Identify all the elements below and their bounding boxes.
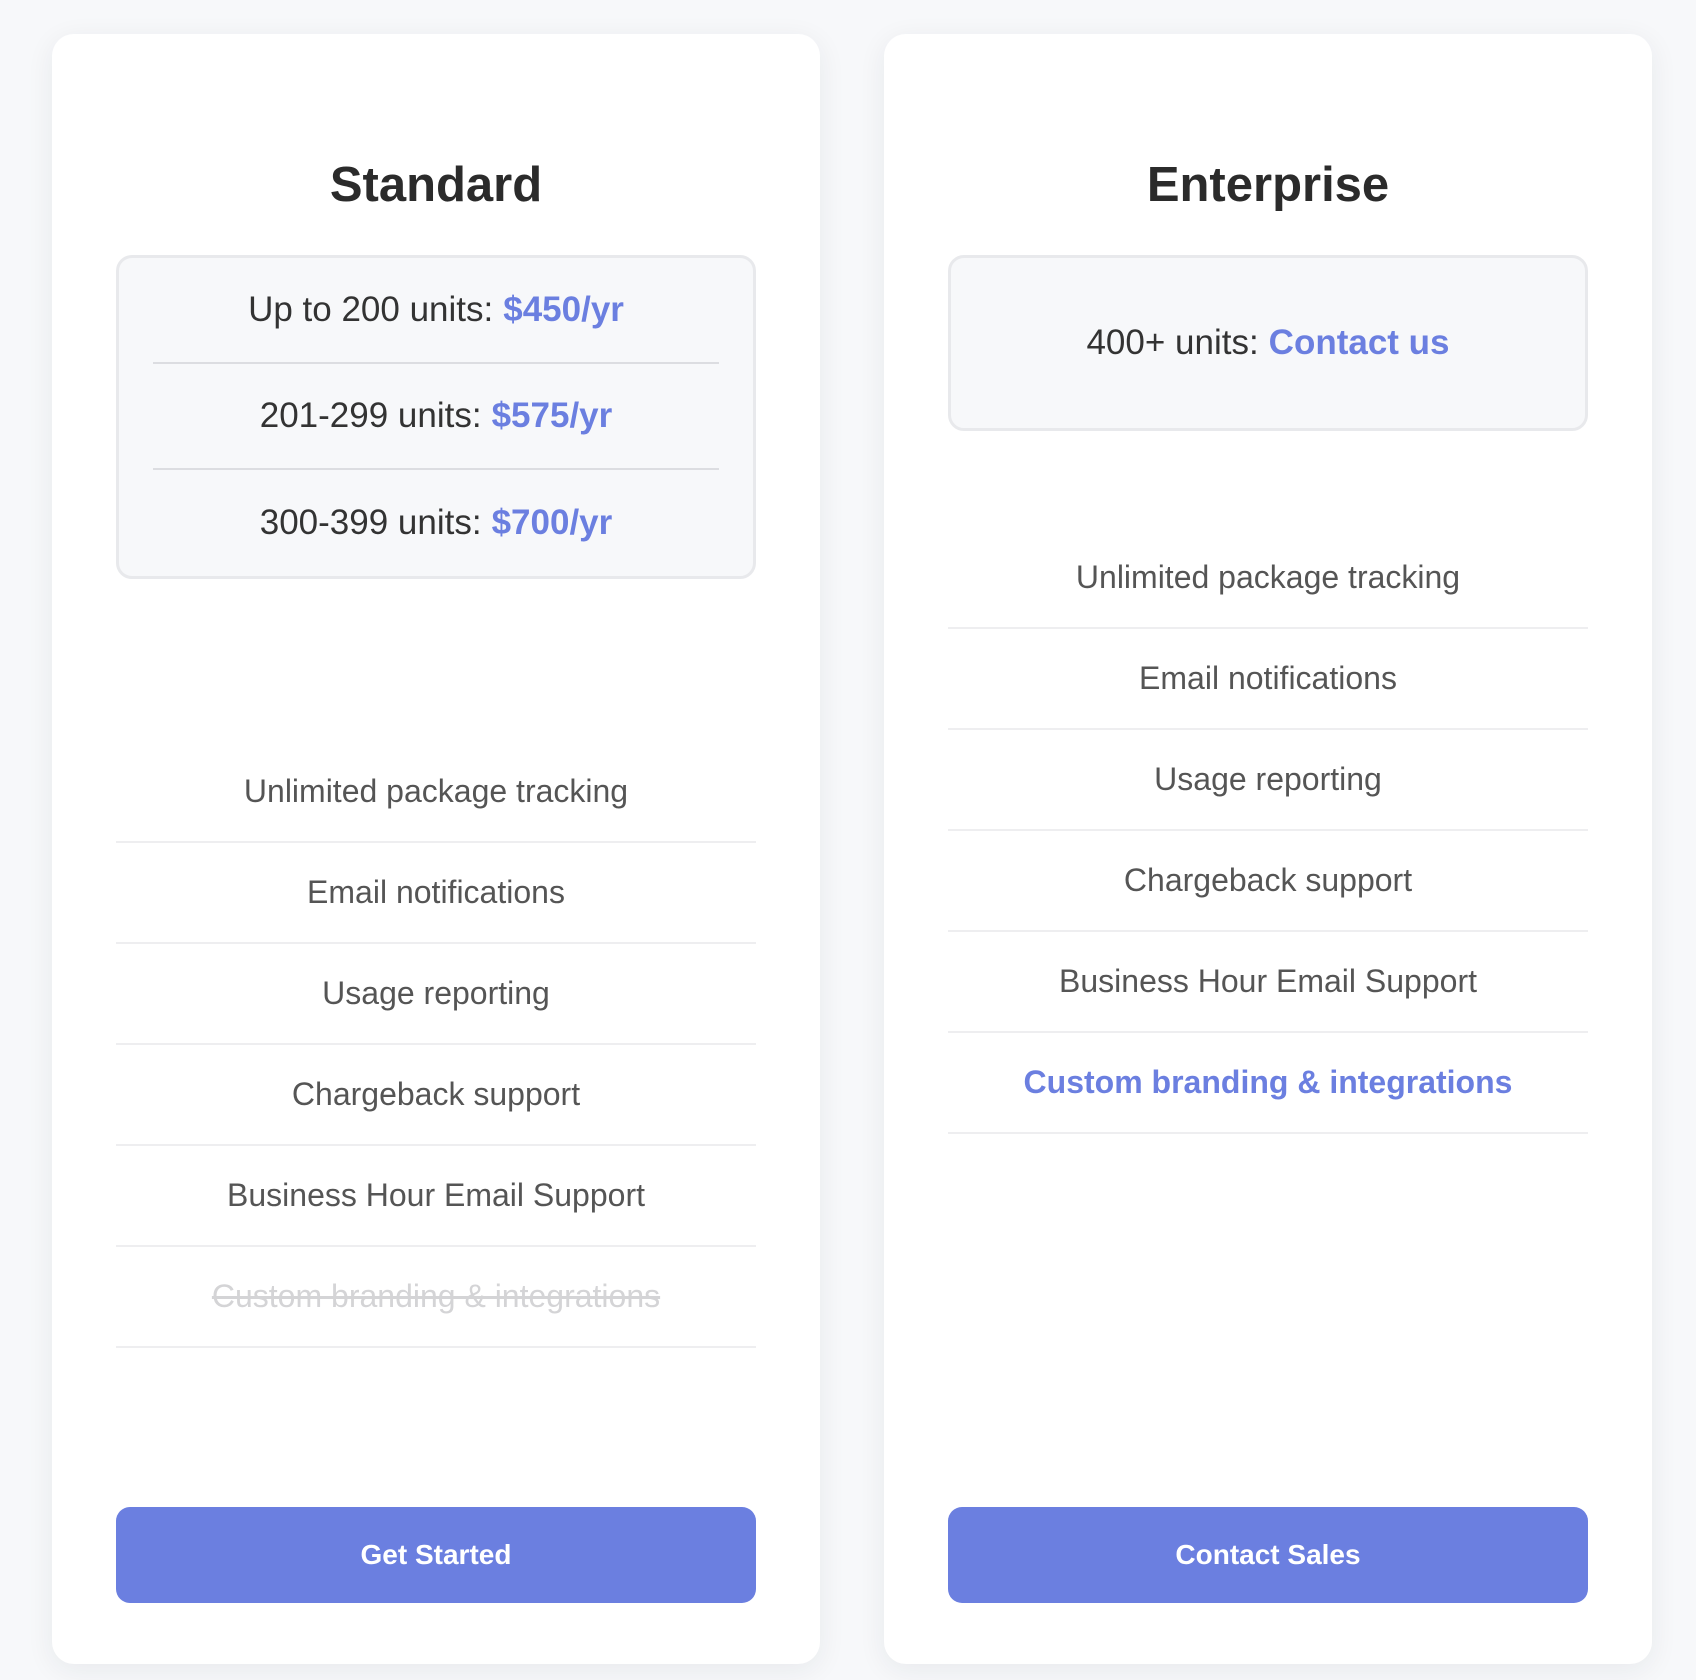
feature-item: Email notifications [116, 843, 756, 944]
feature-item: Business Hour Email Support [948, 932, 1588, 1033]
price-tier-label: Up to 200 units: [248, 290, 494, 329]
plan-card-standard: Standard Up to 200 units: $450/yr 201-29… [52, 34, 820, 1664]
contact-sales-button[interactable]: Contact Sales [948, 1507, 1588, 1603]
feature-item: Unlimited package tracking [948, 528, 1588, 629]
feature-list: Unlimited package tracking Email notific… [948, 528, 1588, 1134]
price-tier-amount: $575/yr [491, 396, 613, 435]
plan-title: Enterprise [1146, 158, 1390, 212]
feature-item: Usage reporting [948, 730, 1588, 831]
price-tier-amount: $450/yr [503, 290, 624, 329]
feature-list: Unlimited package tracking Email notific… [116, 742, 756, 1348]
plan-title: Standard [329, 158, 543, 212]
pricing-page: Standard Up to 200 units: $450/yr 201-29… [0, 0, 1696, 1680]
feature-item: Business Hour Email Support [116, 1146, 756, 1247]
feature-item: Chargeback support [116, 1045, 756, 1146]
feature-item-highlighted: Custom branding & integrations [948, 1033, 1588, 1134]
plan-card-enterprise: Enterprise 400+ units: Contact us Unlimi… [884, 34, 1652, 1664]
contact-us-link[interactable]: Contact us [1269, 323, 1450, 363]
price-tier: 300-399 units: $700/yr [153, 470, 719, 576]
price-tier: 201-299 units: $575/yr [153, 364, 719, 470]
price-tier-label: 300-399 units: [259, 503, 482, 542]
price-tier: Up to 200 units: $450/yr [153, 258, 719, 364]
price-tier: 400+ units: Contact us [985, 258, 1551, 428]
price-tiers-box: Up to 200 units: $450/yr 201-299 units: … [116, 255, 756, 579]
feature-item-excluded: Custom branding & integrations [116, 1247, 756, 1348]
get-started-button[interactable]: Get Started [116, 1507, 756, 1603]
price-tier-label: 400+ units: [1086, 323, 1259, 362]
price-tier-amount: $700/yr [491, 503, 613, 542]
feature-item: Chargeback support [948, 831, 1588, 932]
price-tiers-box: 400+ units: Contact us [948, 255, 1588, 431]
feature-item: Email notifications [948, 629, 1588, 730]
price-tier-label: 201-299 units: [259, 396, 482, 435]
feature-item: Unlimited package tracking [116, 742, 756, 843]
feature-item: Usage reporting [116, 944, 756, 1045]
